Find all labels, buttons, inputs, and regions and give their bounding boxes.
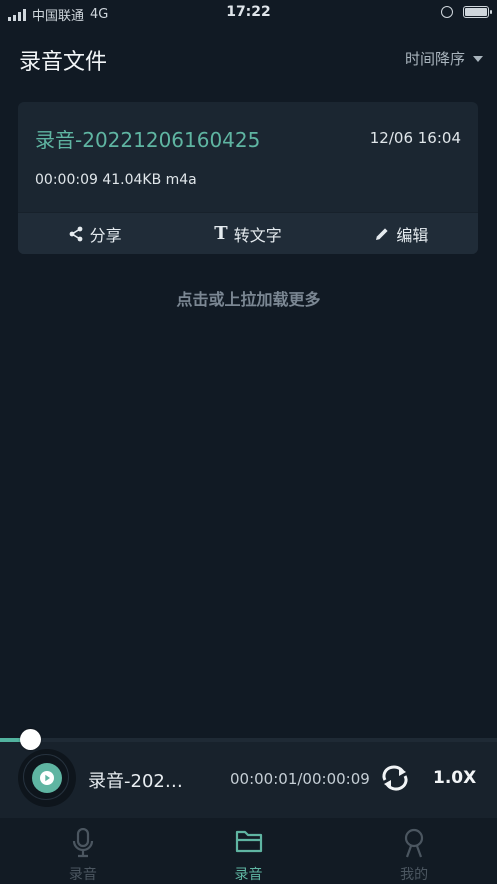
player-disc (18, 749, 76, 807)
transcribe-button[interactable]: T 转文字 (171, 213, 324, 254)
play-button[interactable] (32, 763, 62, 793)
speed-button[interactable]: 1.0X (433, 768, 476, 788)
share-label: 分享 (89, 225, 122, 245)
tab-files-label: 录音 (234, 867, 263, 883)
tab-profile-label: 我的 (400, 867, 429, 883)
player-title: 录音-202… (88, 771, 183, 792)
recording-meta: 00:00:09 41.04KB m4a (35, 172, 197, 188)
recording-name[interactable]: 录音-20221206160425 (35, 124, 260, 153)
transcribe-label: 转文字 (233, 225, 282, 245)
sort-dropdown[interactable]: 时间降序 (405, 48, 483, 69)
edit-label: 编辑 (396, 225, 429, 245)
share-button[interactable]: 分享 (18, 213, 171, 254)
play-icon (40, 771, 54, 785)
load-more-link[interactable]: 点击或上拉加载更多 (0, 286, 497, 310)
tab-profile[interactable]: 我的 (331, 818, 497, 883)
page-title: 录音文件 (19, 50, 108, 75)
recording-actions: 分享 T 转文字 编辑 (18, 212, 478, 254)
clock: 17:22 (226, 4, 271, 20)
battery-icon (463, 6, 492, 18)
repeat-icon[interactable] (379, 764, 411, 792)
orientation-lock-icon (441, 6, 453, 18)
tab-record-label: 录音 (68, 867, 97, 883)
pencil-icon (376, 227, 388, 240)
status-bar: 中国联通 4G 17:22 (0, 0, 497, 28)
recording-card[interactable]: 录音-20221206160425 12/06 16:04 00:00:09 4… (18, 102, 478, 254)
microphone-icon (72, 828, 93, 858)
caret-down-icon (473, 55, 483, 62)
person-icon (405, 828, 424, 858)
sort-label: 时间降序 (404, 50, 465, 68)
tab-record[interactable]: 录音 (0, 818, 166, 883)
progress-thumb[interactable] (20, 729, 41, 750)
edit-button[interactable]: 编辑 (325, 213, 478, 254)
share-icon (69, 226, 83, 241)
recording-date: 12/06 16:04 (369, 129, 461, 147)
progress-track[interactable] (0, 738, 497, 742)
tab-files[interactable]: 录音 (166, 818, 332, 883)
text-icon: T (214, 223, 228, 244)
player-time: 00:00:01/00:00:09 (230, 770, 370, 788)
tab-bar: 录音 录音 我的 (0, 818, 497, 883)
folder-icon (235, 830, 262, 853)
